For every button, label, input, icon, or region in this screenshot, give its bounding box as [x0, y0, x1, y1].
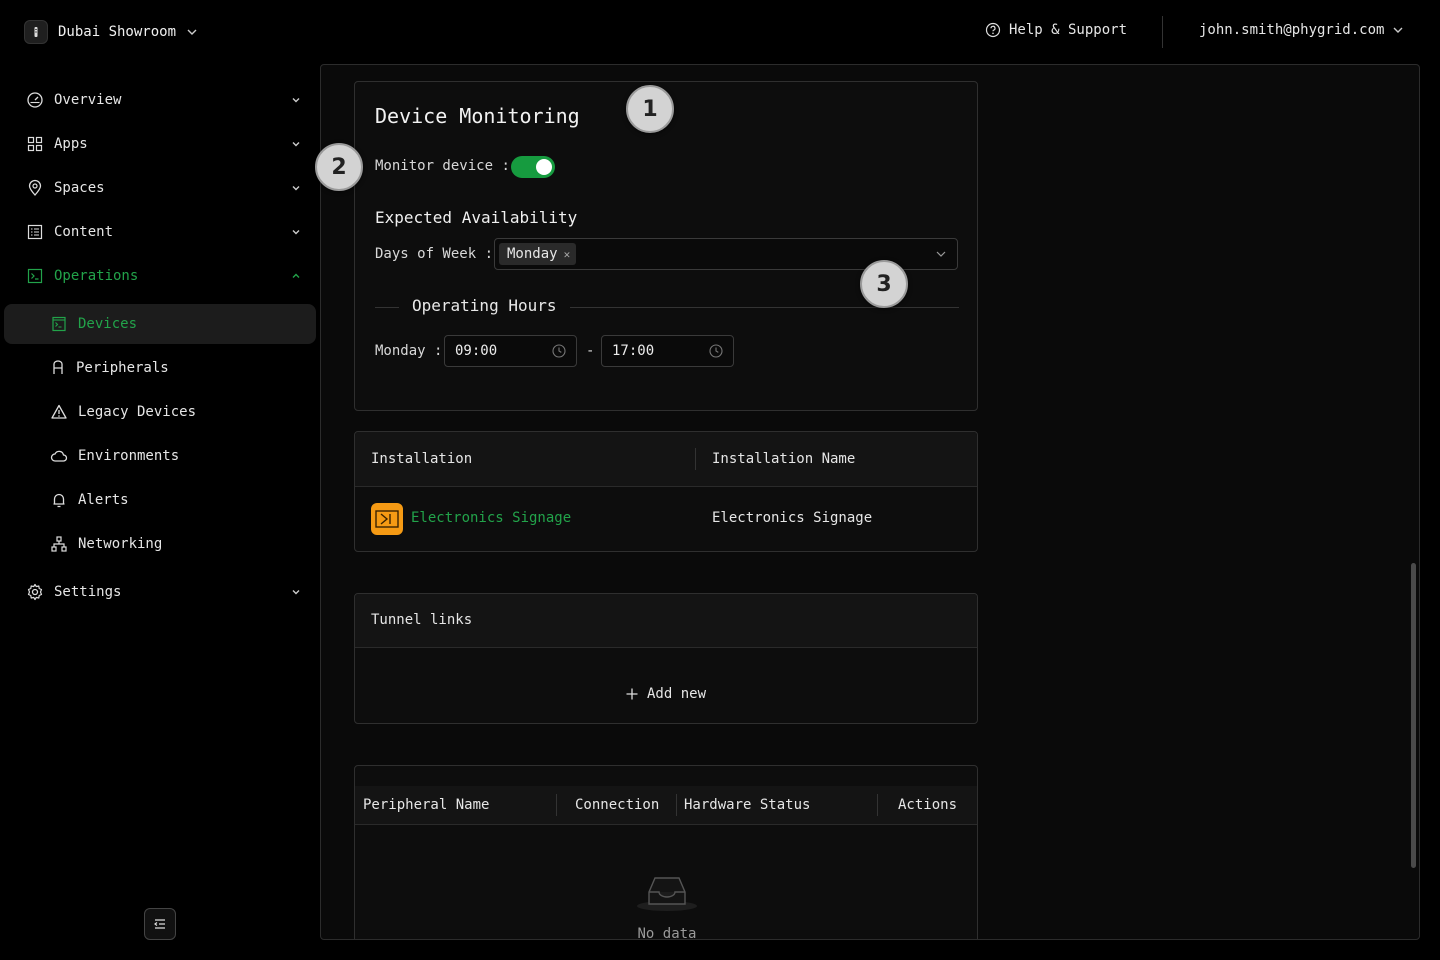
main-scrollbar[interactable] [1411, 563, 1416, 868]
workspace-selector[interactable]: Dubai Showroom [24, 20, 198, 44]
installation-app-icon [371, 503, 403, 535]
tunnel-links-card: Tunnel links Add new [354, 593, 978, 724]
annotation-badge: 3 [860, 260, 908, 308]
terminal-icon [27, 268, 43, 284]
column-header: Installation [371, 451, 473, 467]
content-list-icon [27, 224, 43, 240]
sidebar-item-spaces[interactable]: Spaces [26, 176, 302, 200]
tunnel-links-title: Tunnel links [371, 612, 473, 628]
sidebar-item-networking[interactable]: Networking [50, 532, 310, 556]
monitor-device-toggle[interactable] [511, 156, 555, 178]
time-range-separator: - [586, 343, 595, 359]
empty-state: No data [625, 870, 709, 940]
sidebar-item-peripherals[interactable]: Peripherals [50, 356, 310, 380]
location-pin-icon [28, 179, 42, 196]
help-support-link[interactable]: Help & Support [985, 22, 1127, 38]
plus-icon [626, 688, 638, 700]
main-panel: Device Monitoring Monitor device : Expec… [320, 64, 1420, 940]
gear-icon [27, 583, 43, 601]
monitor-device-label: Monitor device : [375, 158, 510, 174]
sidebar-item-environments[interactable]: Environments [50, 444, 310, 468]
user-email: john.smith@phygrid.com [1199, 22, 1385, 38]
help-support-label: Help & Support [1009, 22, 1128, 38]
sidebar-item-alerts[interactable]: Alerts [50, 488, 310, 512]
workspace-logo-icon [24, 20, 48, 44]
column-header: Peripheral Name [363, 797, 490, 813]
device-monitoring-card: Device Monitoring Monitor device : Expec… [354, 81, 978, 411]
chevron-down-icon [292, 230, 300, 235]
installation-name-cell: Electronics Signage [712, 510, 873, 526]
sidebar-item-settings[interactable]: Settings [26, 580, 302, 604]
clock-icon [709, 344, 723, 358]
chevron-down-icon [292, 186, 300, 191]
toggle-knob [536, 159, 552, 175]
hours-day-label: Monday : [375, 343, 443, 359]
grid-icon [27, 136, 43, 152]
operating-hours-title: Operating Hours [412, 296, 557, 315]
days-of-week-label: Days of Week : [375, 246, 494, 262]
chevron-up-icon [292, 273, 300, 278]
dashboard-icon [27, 92, 43, 108]
column-header: Connection [575, 797, 660, 813]
annotation-badge: 2 [315, 143, 363, 191]
start-time-input[interactable]: 09:00 [444, 335, 577, 367]
installation-link[interactable]: Electronics Signage [411, 510, 571, 526]
chevron-down-icon [187, 29, 197, 35]
sidebar: Overview Apps Spaces Content Operations … [0, 64, 320, 960]
peripherals-table: Peripheral Name Connection Hardware Stat… [354, 765, 978, 940]
cloud-icon [50, 450, 68, 462]
expected-availability-title: Expected Availability [375, 208, 578, 227]
column-header: Hardware Status [684, 797, 811, 813]
sidebar-item-legacy-devices[interactable]: Legacy Devices [50, 400, 310, 424]
chevron-down-icon [292, 142, 300, 147]
column-header: Actions [898, 797, 958, 813]
empty-text: No data [637, 926, 697, 940]
column-header: Installation Name [712, 451, 856, 467]
empty-inbox-icon [637, 877, 697, 911]
collapse-menu-icon [154, 919, 165, 929]
add-tunnel-button[interactable]: Add new [625, 686, 706, 702]
top-bar: Dubai Showroom Help & Support john.smith… [0, 0, 1440, 64]
chevron-down-icon [936, 251, 946, 257]
device-icon [52, 316, 66, 332]
day-tag: Monday ✕ [499, 243, 577, 265]
clock-icon [552, 344, 566, 358]
table-header: Peripheral Name Connection Hardware Stat… [355, 786, 977, 825]
user-menu[interactable]: john.smith@phygrid.com [1199, 22, 1404, 38]
collapse-sidebar-button[interactable] [144, 908, 176, 940]
annotation-badge: 1 [626, 85, 674, 133]
workspace-name: Dubai Showroom [58, 24, 177, 40]
chevron-down-icon [1393, 27, 1403, 33]
bell-icon [53, 493, 65, 508]
chevron-down-icon [292, 98, 300, 103]
sidebar-item-content[interactable]: Content [26, 220, 302, 244]
chevron-down-icon [292, 590, 300, 595]
installation-table: Installation Installation Name Electroni… [354, 431, 978, 552]
remove-tag-icon[interactable]: ✕ [564, 248, 571, 261]
sidebar-item-operations[interactable]: Operations [26, 264, 302, 288]
end-time-input[interactable]: 17:00 [601, 335, 734, 367]
sidebar-item-overview[interactable]: Overview [26, 88, 302, 112]
sidebar-item-devices[interactable]: Devices [50, 312, 310, 336]
help-circle-icon [985, 22, 1001, 38]
warning-triangle-icon [51, 404, 67, 419]
peripheral-icon [53, 360, 63, 374]
sidebar-item-apps[interactable]: Apps [26, 132, 302, 156]
network-icon [51, 536, 67, 552]
header-divider [1162, 16, 1163, 48]
device-monitoring-title: Device Monitoring [375, 104, 580, 128]
table-header: Installation Installation Name [355, 432, 977, 487]
